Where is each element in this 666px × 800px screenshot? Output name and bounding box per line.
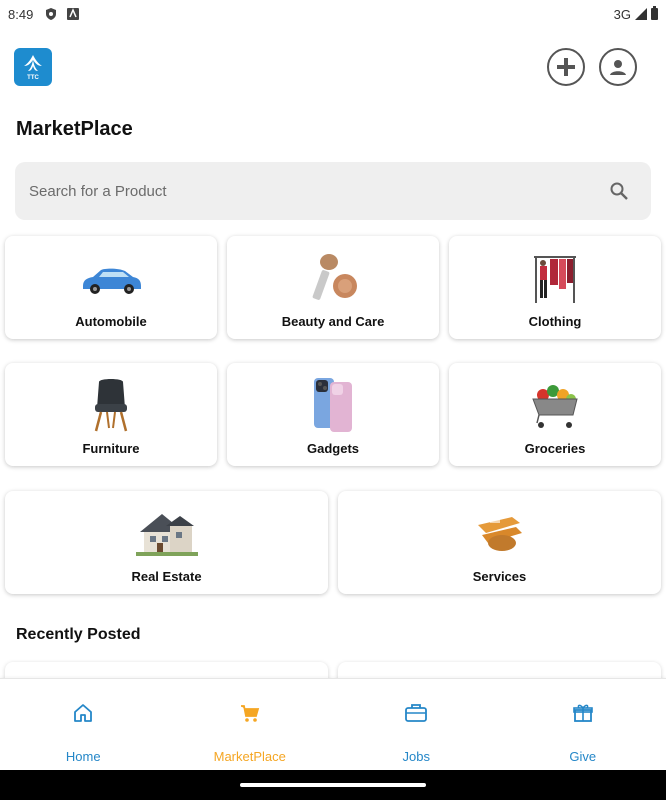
nav-marketplace[interactable]: MarketPlace [167, 679, 334, 770]
search-bar[interactable] [15, 162, 651, 220]
search-input[interactable] [29, 182, 607, 200]
page-title: MarketPlace [16, 118, 133, 140]
category-label: Clothing [528, 314, 582, 329]
battery-icon [651, 6, 658, 20]
gift-icon [571, 701, 595, 725]
status-time: 8:49 [8, 6, 34, 22]
category-services[interactable]: Services [338, 491, 661, 594]
category-label: Real Estate [131, 569, 202, 584]
category-clothing[interactable]: Clothing [449, 236, 661, 339]
nav-label: Home [65, 749, 101, 764]
network-type: 3G [613, 6, 631, 22]
house-icon [135, 505, 199, 561]
car-icon [79, 250, 143, 306]
search-icon[interactable] [607, 179, 631, 203]
status-right: 3G [613, 6, 658, 22]
category-beauty-and-care[interactable]: Beauty and Care [227, 236, 439, 339]
category-gadgets[interactable]: Gadgets [227, 363, 439, 466]
chair-icon [79, 377, 143, 433]
nav-label: MarketPlace [213, 749, 286, 764]
category-furniture[interactable]: Furniture [5, 363, 217, 466]
status-bar: 8:49 3G [0, 0, 666, 28]
category-label: Furniture [82, 441, 140, 456]
logo-mark-icon: TTC [24, 55, 42, 81]
app-logo[interactable]: TTC [14, 48, 52, 86]
phone-icon [301, 377, 365, 433]
user-icon [610, 60, 626, 75]
cart-icon [238, 701, 262, 725]
nav-jobs[interactable]: Jobs [333, 679, 500, 770]
home-gesture-pill[interactable] [240, 783, 426, 787]
profile-button[interactable] [599, 48, 637, 86]
category-groceries[interactable]: Groceries [449, 363, 661, 466]
logo-text: TTC [27, 75, 39, 81]
bottom-nav: Home MarketPlace Jobs Give [0, 678, 666, 770]
plus-icon [557, 58, 575, 76]
category-automobile[interactable]: Automobile [5, 236, 217, 339]
shield-status-icon [46, 8, 57, 20]
category-label: Automobile [75, 314, 147, 329]
category-real-estate[interactable]: Real Estate [5, 491, 328, 594]
home-icon [71, 701, 95, 725]
nav-home[interactable]: Home [0, 679, 167, 770]
makeup-brush-icon [301, 250, 365, 306]
clothing-rack-icon [523, 250, 587, 306]
category-label: Groceries [524, 441, 586, 456]
category-label: Gadgets [306, 441, 359, 456]
grocery-cart-icon [523, 377, 587, 433]
system-nav-bar [0, 770, 666, 800]
category-label: Beauty and Care [281, 314, 385, 329]
briefcase-icon [404, 701, 428, 725]
signal-icon [635, 8, 647, 20]
recently-posted-title: Recently Posted [16, 626, 141, 643]
category-label: Services [472, 569, 527, 584]
nav-give[interactable]: Give [500, 679, 666, 770]
app-status-icon [67, 8, 80, 20]
nav-label: Jobs [402, 749, 430, 764]
tools-icon [468, 505, 532, 561]
add-button[interactable] [547, 48, 585, 86]
nav-label: Give [569, 749, 597, 764]
